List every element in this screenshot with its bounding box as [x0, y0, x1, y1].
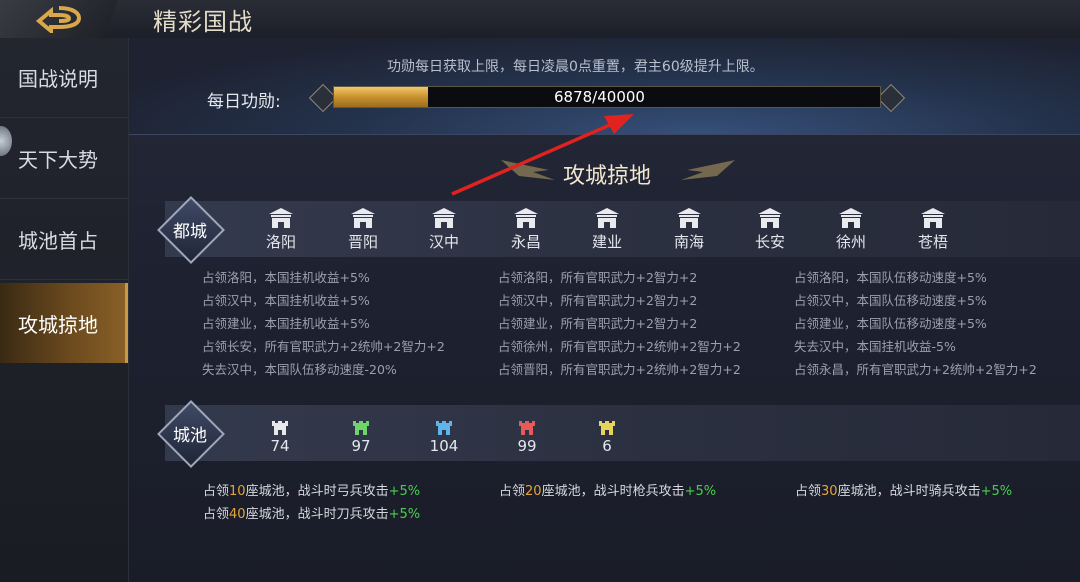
city-bonus-line: 占领10座城池，战斗时弓兵攻击+5% [203, 484, 421, 499]
city-count: 104 [429, 437, 459, 455]
merit-progress-fill [334, 87, 428, 107]
capital-item: 南海 [659, 207, 719, 252]
effect-line: 占领建业，本国队伍移动速度+5% [794, 316, 987, 331]
capital-name: 徐州 [835, 233, 866, 251]
merit-progress-track: 6878/40000 [333, 86, 881, 108]
capital-name: 建业 [591, 233, 622, 251]
capital-gate-icon [921, 208, 945, 228]
capital-gate-icon [839, 208, 863, 228]
effect-line: 占领汉中，本国队伍移动速度+5% [794, 293, 987, 308]
capital-item: 徐州 [821, 207, 881, 252]
title-wing-left-icon [501, 160, 555, 180]
capital-name: 洛阳 [265, 233, 296, 251]
city-count: 6 [602, 437, 612, 455]
capital-badge: 都城 [157, 196, 225, 264]
city-count-item: 99 [507, 420, 547, 455]
capital-gate-icon [758, 208, 782, 228]
capital-item: 苍梧 [903, 207, 963, 252]
sidebar-item-label: 攻城掠地 [18, 312, 98, 337]
city-tower-icon [436, 421, 452, 435]
effect-line: 占领徐州，所有官职武力+2统帅+2智力+2 [498, 339, 741, 354]
capital-badge-label: 都城 [173, 221, 207, 242]
sidebar-item-label: 天下大势 [18, 148, 98, 172]
capital-gate-icon [514, 208, 538, 228]
city-bonus-line: 占领20座城池，战斗时枪兵攻击+5% [499, 484, 717, 499]
back-button[interactable] [0, 0, 118, 38]
effect-line: 占领洛阳，本国挂机收益+5% [202, 270, 370, 285]
merit-progress-bar: 6878/40000 [308, 83, 906, 113]
effects-column-2: 占领洛阳，所有官职武力+2智力+2 占领汉中，所有官职武力+2智力+2 占领建业… [498, 266, 741, 381]
capital-gate-icon [677, 208, 701, 228]
capital-item: 长安 [740, 207, 800, 252]
effect-line: 占领建业，所有官职武力+2智力+2 [498, 316, 698, 331]
city-bonus-line: 占领40座城池，战斗时刀兵攻击+5% [203, 507, 421, 522]
city-count: 97 [351, 437, 371, 455]
effect-line: 占领汉中，所有官职武力+2智力+2 [498, 293, 698, 308]
city-count-item: 104 [424, 420, 464, 455]
city-tower-icon [519, 421, 535, 435]
sidebar-item-rules[interactable]: 国战说明 [0, 38, 128, 118]
page-title: 精彩国战 [153, 8, 253, 36]
sidebar-item-label: 国战说明 [18, 67, 98, 91]
city-tower-icon [599, 421, 615, 435]
effect-line: 失去汉中，本国队伍移动速度-20% [202, 362, 397, 377]
title-wing-right-icon [681, 160, 735, 180]
effect-line: 占领洛阳，所有官职武力+2智力+2 [498, 270, 698, 285]
sidebar-item-label: 城池首占 [18, 229, 98, 253]
back-arrow-icon [35, 6, 82, 33]
capital-gate-icon [351, 208, 375, 228]
city-badge: 城池 [157, 400, 225, 468]
merit-progress-text: 6878/40000 [554, 88, 645, 106]
city-badge-label: 城池 [173, 425, 207, 446]
effect-line: 占领汉中，本国挂机收益+5% [202, 293, 370, 308]
merit-label: 每日功勋: [207, 92, 281, 112]
effects-column-3: 占领洛阳，本国队伍移动速度+5% 占领汉中，本国队伍移动速度+5% 占领建业，本… [794, 266, 1037, 381]
capital-item: 汉中 [414, 207, 474, 252]
merit-notice: 功勋每日获取上限，每日凌晨0点重置，君主60级提升上限。 [387, 59, 764, 75]
capital-name: 汉中 [428, 233, 459, 251]
merit-info-bar: 功勋每日获取上限，每日凌晨0点重置，君主60级提升上限。 每日功勋: 6878/… [129, 38, 1080, 135]
capital-name: 晋阳 [347, 233, 378, 251]
capital-gate-icon [432, 208, 456, 228]
capital-item: 晋阳 [333, 207, 393, 252]
bar-right-ornament [876, 83, 906, 113]
capital-item: 洛阳 [251, 207, 311, 252]
effect-line: 占领晋阳，所有官职武力+2统帅+2智力+2 [498, 362, 741, 377]
capital-name: 南海 [673, 233, 704, 251]
city-count-item: 6 [587, 420, 627, 455]
capital-item: 建业 [577, 207, 637, 252]
effects-column-1: 占领洛阳，本国挂机收益+5% 占领汉中，本国挂机收益+5% 占领建业，本国挂机收… [202, 266, 445, 381]
effect-line: 占领建业，本国挂机收益+5% [202, 316, 370, 331]
city-count-item: 97 [341, 420, 381, 455]
capital-name: 长安 [754, 233, 785, 251]
city-bonus-line: 占领30座城池，战斗时骑兵攻击+5% [795, 484, 1013, 499]
effect-line: 占领永昌，所有官职武力+2统帅+2智力+2 [794, 362, 1037, 377]
capital-item: 永昌 [496, 207, 556, 252]
effect-line: 占领洛阳，本国队伍移动速度+5% [794, 270, 987, 285]
effect-line: 失去汉中，本国挂机收益-5% [794, 339, 956, 354]
sidebar-item-siege[interactable]: 攻城掠地 [0, 283, 128, 363]
sidebar: 国战说明 天下大势 城池首占 攻城掠地 [0, 38, 129, 582]
capital-gate-icon [595, 208, 619, 228]
capital-name: 永昌 [510, 233, 541, 251]
capital-gate-icon [269, 208, 293, 228]
sidebar-item-world-situation[interactable]: 天下大势 [0, 119, 128, 199]
sidebar-item-first-capture[interactable]: 城池首占 [0, 200, 128, 280]
section-title: 攻城掠地 [563, 164, 652, 189]
header-bar: 精彩国战 [0, 0, 1080, 39]
city-count: 74 [270, 437, 290, 455]
city-count: 99 [517, 437, 537, 455]
city-count-item: 74 [260, 420, 300, 455]
city-tower-icon [272, 421, 288, 435]
city-tower-icon [353, 421, 369, 435]
effect-line: 占领长安，所有官职武力+2统帅+2智力+2 [202, 339, 445, 354]
capital-name: 苍梧 [917, 233, 948, 251]
